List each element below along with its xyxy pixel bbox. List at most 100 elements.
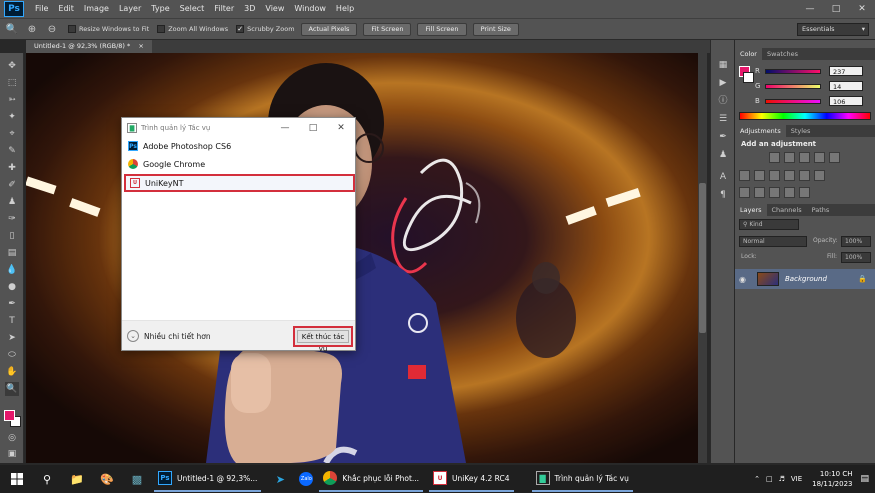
healing-brush-tool-icon[interactable]: ✚ (5, 161, 19, 175)
eyedropper-tool-icon[interactable]: ✎ (5, 144, 19, 158)
shape-tool-icon[interactable]: ⬭ (5, 348, 19, 362)
type-tool-icon[interactable]: T (5, 314, 19, 328)
zoom-out-icon[interactable]: ⊖ (44, 21, 60, 37)
fill-screen-button[interactable]: Fill Screen (417, 22, 467, 36)
notification-icon[interactable]: ▤ (860, 474, 869, 484)
zalo-icon[interactable]: Zalo (299, 472, 314, 486)
actual-pixels-button[interactable]: Actual Pixels (300, 22, 358, 36)
taskbar-app-task-manager[interactable]: ▇ Trình quản lý Tác vụ (531, 466, 633, 492)
gradient-map-adjustment-icon[interactable] (799, 187, 810, 198)
fill-input[interactable]: 100% (841, 252, 871, 263)
task-row-chrome[interactable]: Google Chrome (124, 156, 355, 172)
telegram-icon[interactable]: ➤ (269, 468, 291, 490)
menu-image[interactable]: Image (79, 0, 114, 18)
search-icon[interactable]: ⚲ (36, 468, 58, 490)
clone-source-panel-icon[interactable]: ♟ (716, 148, 730, 162)
hand-tool-icon[interactable]: ✋ (5, 365, 19, 379)
clock[interactable]: 10:10 CH 18/11/2023 (812, 469, 852, 489)
channel-mixer-adjustment-icon[interactable] (799, 170, 810, 181)
zoom-in-icon[interactable]: ⊕ (24, 21, 40, 37)
tab-swatches[interactable]: Swatches (762, 48, 803, 60)
minimize-icon[interactable]: — (271, 118, 299, 138)
history-brush-tool-icon[interactable]: ✑ (5, 212, 19, 226)
opacity-input[interactable]: 100% (841, 236, 871, 247)
blend-mode-select[interactable]: Normal (739, 236, 807, 247)
vibrance-adjustment-icon[interactable] (829, 152, 840, 163)
layer-row-background[interactable]: ◉ Background 🔒 (735, 269, 875, 289)
blue-track[interactable] (765, 98, 821, 104)
tab-close-icon[interactable]: × (138, 42, 143, 50)
levels-adjustment-icon[interactable] (784, 152, 795, 163)
language-indicator[interactable]: VIE (791, 475, 802, 483)
blur-tool-icon[interactable]: 💧 (5, 263, 19, 277)
red-track[interactable] (765, 68, 821, 74)
brightness-adjustment-icon[interactable] (769, 152, 780, 163)
posterize-adjustment-icon[interactable] (754, 187, 765, 198)
menu-3d[interactable]: 3D (239, 0, 260, 18)
color-spectrum-bar[interactable] (739, 112, 871, 120)
brush-tool-icon[interactable]: ✐ (5, 178, 19, 192)
quick-mask-icon[interactable]: ◎ (5, 431, 19, 445)
menu-view[interactable]: View (260, 0, 289, 18)
minimize-icon[interactable]: — (797, 0, 823, 18)
tab-styles[interactable]: Styles (786, 125, 816, 137)
paragraph-panel-icon[interactable]: ¶ (716, 188, 730, 202)
menu-help[interactable]: Help (331, 0, 359, 18)
color-balance-adjustment-icon[interactable] (754, 170, 765, 181)
dodge-tool-icon[interactable]: ● (5, 280, 19, 294)
red-value-input[interactable]: 237 (829, 66, 863, 76)
canvas-scrollbar[interactable] (698, 53, 707, 463)
taskbar-app-chrome[interactable]: Khắc phục lỗi Phot... (319, 466, 424, 492)
pen-tool-icon[interactable]: ✒ (5, 297, 19, 311)
black-white-adjustment-icon[interactable] (769, 170, 780, 181)
taskbar-app-unikey[interactable]: U UniKey 4.2 RC4 (429, 466, 514, 492)
tab-channels[interactable]: Channels (767, 204, 807, 216)
path-selection-tool-icon[interactable]: ➤ (5, 331, 19, 345)
menu-type[interactable]: Type (146, 0, 174, 18)
green-value-input[interactable]: 14 (829, 81, 863, 91)
gradient-tool-icon[interactable]: ▤ (5, 246, 19, 260)
scrollbar-thumb[interactable] (699, 183, 706, 333)
red-slider[interactable]: R 237 (755, 65, 863, 77)
chevron-up-icon[interactable]: ⌃ (754, 475, 760, 483)
app-icon[interactable]: ▩ (126, 468, 148, 490)
volume-icon[interactable]: ♬ (779, 475, 785, 483)
info-panel-icon[interactable]: ⓘ (716, 94, 730, 108)
selective-color-adjustment-icon[interactable] (784, 187, 795, 198)
foreground-color-swatch[interactable] (4, 410, 15, 421)
zoom-tool-icon[interactable]: 🔍 (5, 382, 19, 396)
menu-filter[interactable]: Filter (209, 0, 239, 18)
end-task-button[interactable]: Kết thúc tác vụ (293, 326, 353, 353)
tab-layers[interactable]: Layers (735, 204, 767, 216)
menu-select[interactable]: Select (175, 0, 210, 18)
actions-panel-icon[interactable]: ▶ (716, 76, 730, 90)
exposure-adjustment-icon[interactable] (814, 152, 825, 163)
character-panel-icon[interactable]: A (716, 170, 730, 184)
resize-windows-checkbox[interactable]: Resize Windows to Fit (68, 25, 149, 33)
workspace-select[interactable]: Essentials ▾ (797, 23, 869, 36)
maximize-icon[interactable]: □ (823, 0, 849, 18)
tab-adjustments[interactable]: Adjustments (735, 125, 786, 137)
history-panel-icon[interactable]: ▦ (716, 58, 730, 72)
properties-panel-icon[interactable]: ☰ (716, 112, 730, 126)
close-icon[interactable]: ✕ (327, 118, 355, 138)
tab-paths[interactable]: Paths (807, 204, 835, 216)
eraser-tool-icon[interactable]: ▯ (5, 229, 19, 243)
paint-icon[interactable]: 🎨 (96, 468, 118, 490)
blue-value-input[interactable]: 106 (829, 96, 863, 106)
clone-stamp-tool-icon[interactable]: ♟ (5, 195, 19, 209)
windows-start-icon[interactable] (6, 468, 28, 490)
menu-edit[interactable]: Edit (53, 0, 79, 18)
marquee-tool-icon[interactable]: ⬚ (5, 76, 19, 90)
lasso-tool-icon[interactable]: ➳ (5, 93, 19, 107)
network-icon[interactable]: □ (766, 475, 773, 483)
scrubby-zoom-checkbox[interactable]: ✓ Scrubby Zoom (236, 25, 295, 33)
more-details-button[interactable]: ⌄ Nhiều chi tiết hơn (127, 330, 211, 342)
file-explorer-icon[interactable]: 📁 (66, 468, 88, 490)
invert-adjustment-icon[interactable] (739, 187, 750, 198)
task-row-unikey[interactable]: U UniKeyNT (124, 174, 355, 192)
blue-slider[interactable]: B 106 (755, 95, 863, 107)
green-slider[interactable]: G 14 (755, 80, 863, 92)
print-size-button[interactable]: Print Size (472, 22, 519, 36)
brush-panel-icon[interactable]: ✒ (716, 130, 730, 144)
